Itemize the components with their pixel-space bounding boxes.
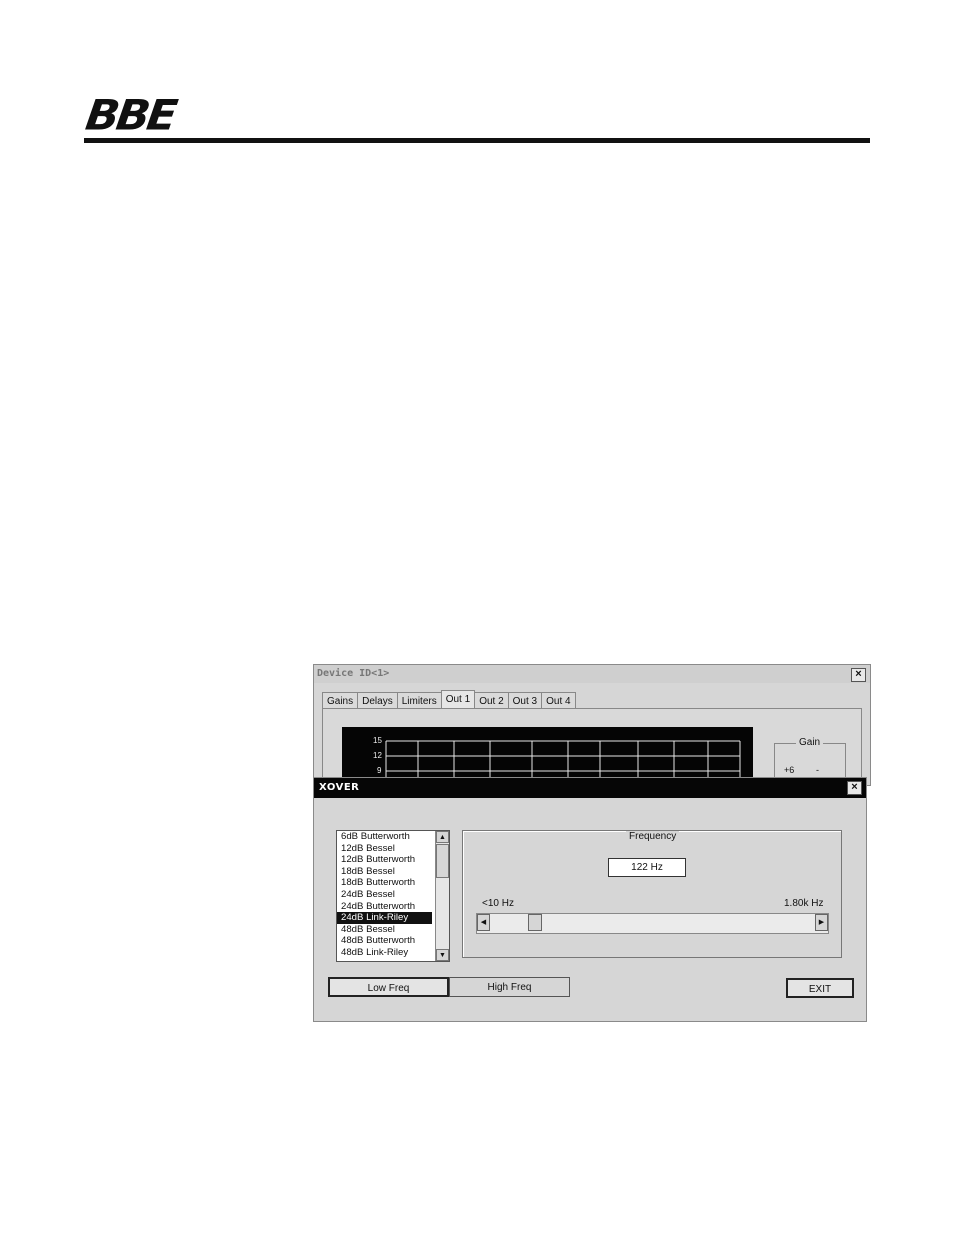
frequency-slider[interactable]: ◀ ▶ [476, 913, 829, 934]
list-item[interactable]: 48dB Butterworth [337, 935, 449, 947]
list-item[interactable]: 6dB Butterworth [337, 831, 449, 843]
bbe-logo: BBE [82, 91, 178, 140]
list-item[interactable]: 18dB Butterworth [337, 877, 449, 889]
device-window: Device ID<1> × Gains Delays Limiters Out 1O… [313, 664, 871, 786]
device-window-title: Device ID<1> [314, 665, 870, 683]
list-item[interactable]: 18dB Bessel [337, 866, 449, 878]
device-close-button[interactable]: × [851, 668, 866, 682]
list-scroll-thumb[interactable] [436, 844, 449, 878]
list-item[interactable]: 24dB Bessel [337, 889, 449, 901]
frequency-value-field[interactable]: 122 Hz [608, 858, 686, 877]
slider-right-icon[interactable]: ▶ [815, 914, 828, 931]
list-item[interactable]: 12dB Butterworth [337, 854, 449, 866]
gain-value: +6 [784, 765, 795, 775]
graph-label-15: 15 [373, 736, 382, 745]
list-scrollbar[interactable]: ▲ ▼ [435, 831, 449, 961]
graph-label-9: 9 [377, 766, 382, 775]
frequency-slider-thumb[interactable] [528, 914, 542, 931]
list-item[interactable]: 24dB Butterworth [337, 901, 449, 913]
range-max-label: 1.80k Hz [784, 898, 824, 909]
list-item[interactable]: 48dB Bessel [337, 924, 449, 936]
frequency-label: Frequency [626, 831, 680, 842]
slider-left-icon[interactable]: ◀ [477, 914, 490, 931]
low-freq-button[interactable]: Low Freq [328, 977, 449, 997]
scroll-down-icon[interactable]: ▼ [436, 949, 449, 961]
high-freq-button[interactable]: High Freq [449, 977, 570, 997]
output-tabs: Gains Delays Limiters Out 1 Out 2 Out 3 Out 4 [322, 689, 576, 711]
xover-dialog: XOVER × 6dB Butterworth 12dB Bessel 12dB… [313, 777, 867, 1022]
gain-minus-button[interactable]: - [816, 765, 819, 775]
frequency-group [462, 830, 842, 958]
graph-label-12: 12 [373, 751, 382, 760]
list-item-selected[interactable]: 24dB Link-Riley [337, 912, 432, 924]
scroll-up-icon[interactable]: ▲ [436, 831, 449, 843]
xover-title: XOVER [314, 778, 866, 798]
range-min-label: <10 Hz [482, 898, 514, 909]
gain-group-label: Gain [796, 737, 824, 748]
exit-button[interactable]: EXIT [786, 978, 854, 998]
header-rule [84, 138, 870, 143]
list-item[interactable]: 12dB Bessel [337, 843, 449, 855]
list-item[interactable]: 48dB Link-Riley [337, 947, 449, 959]
filter-type-list[interactable]: 6dB Butterworth 12dB Bessel 12dB Butterw… [336, 830, 450, 962]
xover-close-button[interactable]: × [847, 781, 862, 795]
